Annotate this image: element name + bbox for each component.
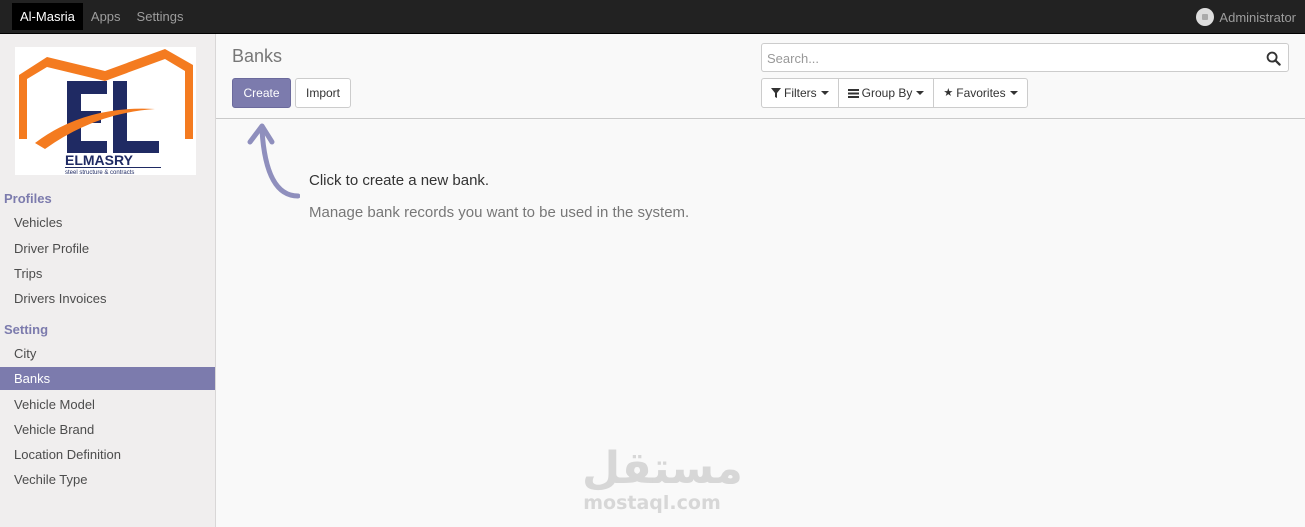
- caret-down-icon: [820, 91, 829, 95]
- favorites-label: Favorites: [956, 86, 1006, 100]
- watermark: مستقل mostaql.com: [582, 443, 743, 515]
- sidebar-section-setting: Setting: [4, 322, 49, 337]
- star-icon: ★: [943, 87, 954, 99]
- company-logo[interactable]: ELMASRY steel structure & contracts: [15, 47, 196, 175]
- group-by-label: Group By: [861, 86, 913, 100]
- search-input[interactable]: [767, 49, 1247, 67]
- import-button[interactable]: Import: [295, 78, 351, 108]
- sidebar: ELMASRY steel structure & contracts Prof…: [0, 34, 216, 527]
- sidebar-section-profiles: Profiles: [4, 191, 52, 206]
- caret-down-icon: [1009, 91, 1018, 95]
- search-options: Filters Group By ★ Favorites: [761, 78, 1028, 108]
- filters-label: Filters: [784, 86, 817, 100]
- sidebar-item-location-definition[interactable]: Location Definition: [0, 443, 215, 466]
- svg-text:steel structure & contracts: steel structure & contracts: [65, 170, 134, 175]
- sidebar-item-vehicle-brand[interactable]: Vehicle Brand: [0, 418, 215, 441]
- menu-item-apps[interactable]: Apps: [83, 3, 129, 30]
- company-logo-graphic: ELMASRY steel structure & contracts: [19, 49, 193, 175]
- caret-down-icon: [916, 91, 925, 95]
- user-menu[interactable]: Administrator: [1196, 0, 1296, 34]
- page-title: Banks: [232, 46, 283, 66]
- sidebar-item-city[interactable]: City: [0, 342, 215, 365]
- filters-button[interactable]: Filters: [761, 78, 839, 108]
- sidebar-item-vechile-type[interactable]: Vechile Type: [0, 468, 215, 491]
- user-name: Administrator: [1219, 9, 1296, 25]
- filter-icon: [771, 88, 781, 98]
- curved-arrow-icon: [247, 123, 300, 199]
- top-navbar: Al-Masria Apps Settings Administrator: [0, 0, 1305, 34]
- sidebar-item-banks[interactable]: Banks: [0, 367, 215, 390]
- sidebar-item-driver-profile[interactable]: Driver Profile: [0, 237, 215, 260]
- svg-text:ELMASRY: ELMASRY: [65, 152, 134, 168]
- sidebar-item-vehicles[interactable]: Vehicles: [0, 211, 215, 234]
- control-panel: Banks Create Import Filters Group By ★: [216, 34, 1305, 119]
- favorites-button[interactable]: ★ Favorites: [933, 78, 1028, 108]
- main-content: Banks Create Import Filters Group By ★: [216, 34, 1305, 527]
- list-icon: [847, 89, 859, 98]
- top-menu: Al-Masria Apps Settings: [12, 3, 192, 30]
- sidebar-item-drivers-invoices[interactable]: Drivers Invoices: [0, 287, 215, 310]
- sidebar-item-vehicle-model[interactable]: Vehicle Model: [0, 393, 215, 416]
- menu-item-al-masria[interactable]: Al-Masria: [12, 3, 83, 30]
- create-button[interactable]: Create: [232, 78, 291, 108]
- avatar: [1196, 8, 1215, 26]
- search-box: [761, 43, 1289, 72]
- sidebar-item-trips[interactable]: Trips: [0, 262, 215, 285]
- help-description: Manage bank records you want to be used …: [309, 204, 690, 221]
- watermark-arabic: مستقل: [582, 443, 743, 494]
- watermark-latin: mostaql.com: [583, 492, 721, 514]
- menu-item-settings[interactable]: Settings: [129, 3, 192, 30]
- group-by-button[interactable]: Group By: [837, 78, 935, 108]
- search-icon[interactable]: [1266, 51, 1281, 66]
- help-title: Click to create a new bank.: [309, 172, 490, 189]
